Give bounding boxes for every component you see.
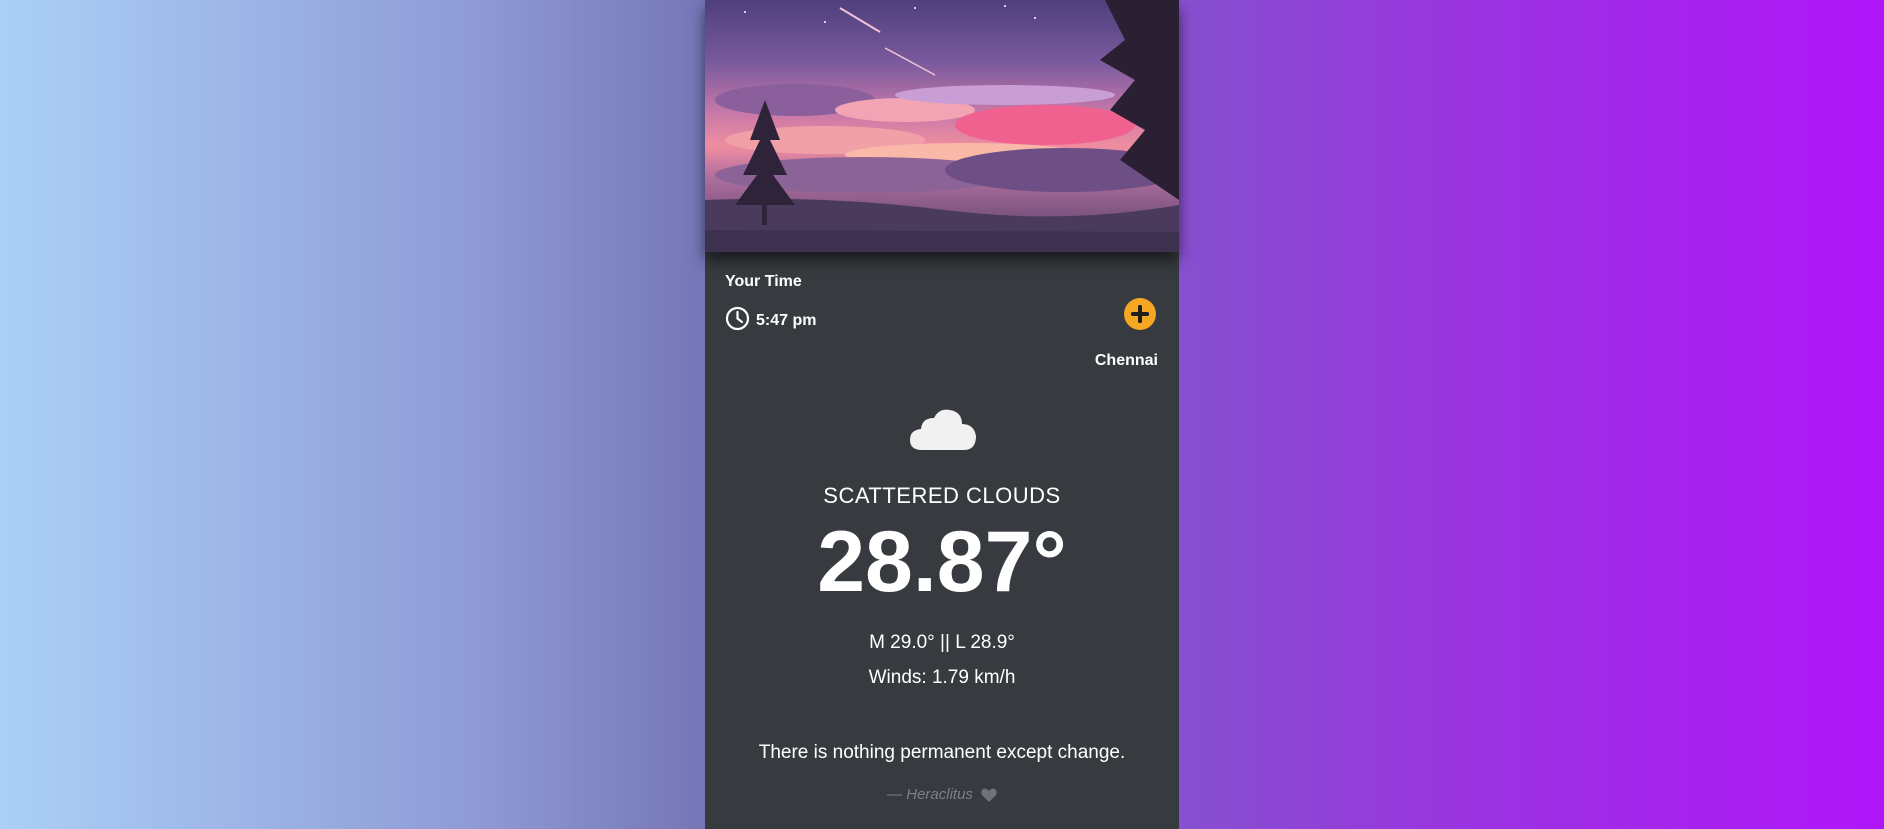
cloud-icon: [910, 406, 976, 452]
time-row: 5:47 pm: [725, 306, 816, 331]
temperature: 28.87°: [817, 514, 1067, 610]
wind-speed: Winds: 1.79 km/h: [868, 667, 1016, 688]
quote-text: There is nothing permanent except change…: [758, 742, 1126, 763]
add-location-button[interactable]: [1124, 298, 1156, 330]
weather-card: Your Time 5:47 pm Chennai SCATTERED CLOU…: [705, 0, 1179, 829]
quote-author-row: — Heraclitus: [705, 786, 1179, 803]
sunset-landscape-image: [705, 0, 1179, 252]
current-time: 5:47 pm: [756, 311, 817, 329]
city-name: Chennai: [1094, 352, 1158, 369]
min-max-temperature: M 29.0° || L 28.9°: [869, 632, 1015, 653]
your-time-label: Your Time: [725, 273, 802, 290]
heart-icon[interactable]: [981, 788, 997, 802]
clock-icon: [725, 306, 750, 331]
plus-circle-icon: [1131, 305, 1149, 323]
weather-condition: SCATTERED CLOUDS: [823, 483, 1061, 508]
quote-author: — Heraclitus: [887, 786, 973, 803]
